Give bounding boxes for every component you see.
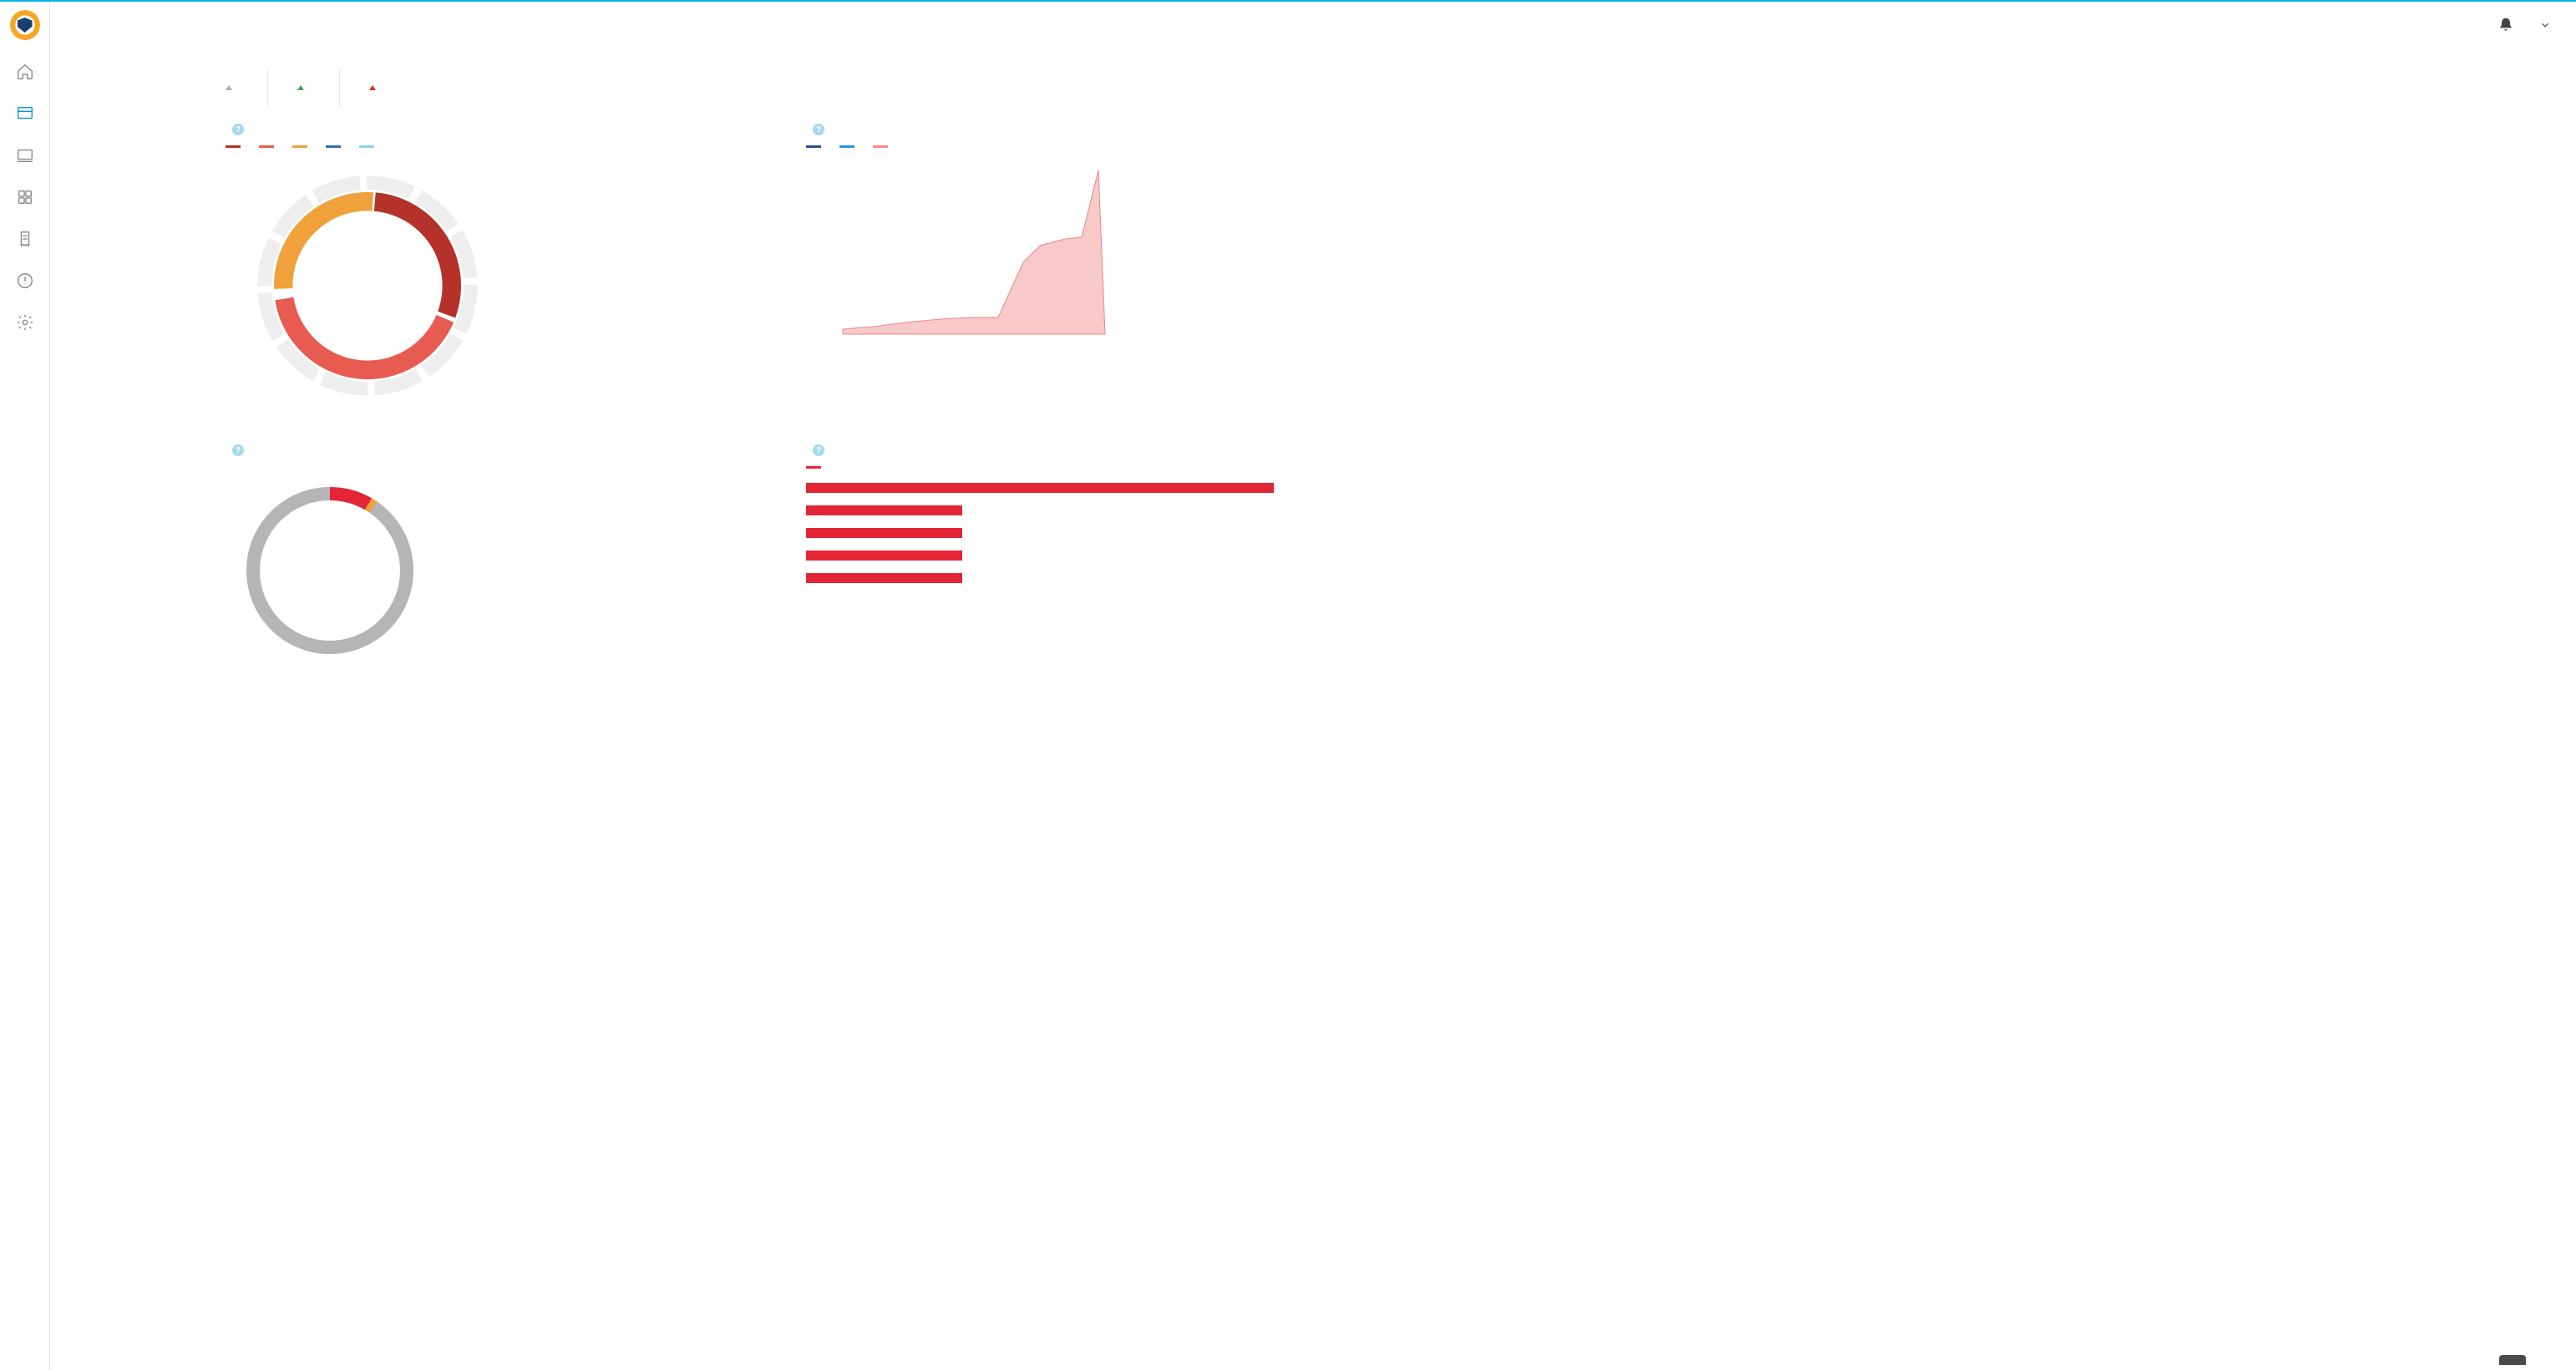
brand-logo[interactable]: [10, 10, 40, 40]
legend-level5[interactable]: [292, 145, 307, 152]
nav-reports[interactable]: [15, 229, 35, 249]
legend-unknown[interactable]: [359, 145, 374, 152]
nav-settings[interactable]: [15, 312, 35, 332]
submit-feedback-button[interactable]: [2499, 1355, 2526, 1365]
nav-alerts[interactable]: [15, 271, 35, 291]
card-risk: ?: [226, 444, 756, 667]
stat-total-devices[interactable]: [226, 65, 239, 90]
bar-row[interactable]: [806, 573, 1336, 586]
card-cumulative: ?: [806, 124, 1336, 403]
dashboard-grid: ?: [226, 124, 1336, 667]
legend-level3[interactable]: [226, 145, 241, 152]
legend: [226, 145, 756, 152]
trend-up-icon: [369, 85, 376, 90]
bar-row[interactable]: [806, 528, 1336, 540]
bar-row[interactable]: [806, 505, 1336, 518]
user-menu-chevron[interactable]: [2539, 19, 2551, 31]
sidebar: [0, 2, 50, 1370]
stats-row: [226, 48, 1336, 124]
legend-level4[interactable]: [259, 145, 274, 152]
top5-bars: [806, 483, 1336, 586]
cumulative-area-chart[interactable]: [806, 162, 1123, 363]
legend-known[interactable]: [326, 145, 341, 152]
nav-home[interactable]: [15, 62, 35, 82]
risk-donut[interactable]: [234, 474, 426, 667]
legend: [806, 145, 1336, 152]
stat-suspicious-detections[interactable]: [369, 65, 383, 90]
info-icon[interactable]: ?: [813, 124, 824, 135]
topbar: [50, 2, 2576, 48]
card-intensity: ?: [226, 124, 756, 403]
nav-dashboard[interactable]: [15, 104, 35, 124]
legend-whitelisted[interactable]: [839, 145, 854, 152]
info-icon[interactable]: ?: [813, 444, 824, 456]
trend-up-icon: [297, 85, 304, 90]
notifications-icon[interactable]: [2497, 17, 2514, 33]
bar-row[interactable]: [806, 483, 1336, 495]
nav-devices[interactable]: [15, 145, 35, 165]
legend-highrisk[interactable]: [806, 466, 821, 473]
app-root: ?: [0, 0, 2576, 1370]
content: ?: [50, 48, 1336, 717]
card-top5: ?: [806, 444, 1336, 667]
legend-blacklisted[interactable]: [806, 145, 821, 152]
stat-threats-prevented[interactable]: [297, 65, 311, 90]
trend-up-icon: [226, 85, 232, 90]
intensity-donut[interactable]: [251, 169, 484, 403]
nav-apps[interactable]: [15, 187, 35, 207]
info-icon[interactable]: ?: [232, 124, 244, 135]
main: ?: [50, 2, 2576, 1370]
info-icon[interactable]: ?: [232, 444, 244, 456]
bar-row[interactable]: [806, 551, 1336, 563]
legend-unresolved[interactable]: [873, 145, 888, 152]
